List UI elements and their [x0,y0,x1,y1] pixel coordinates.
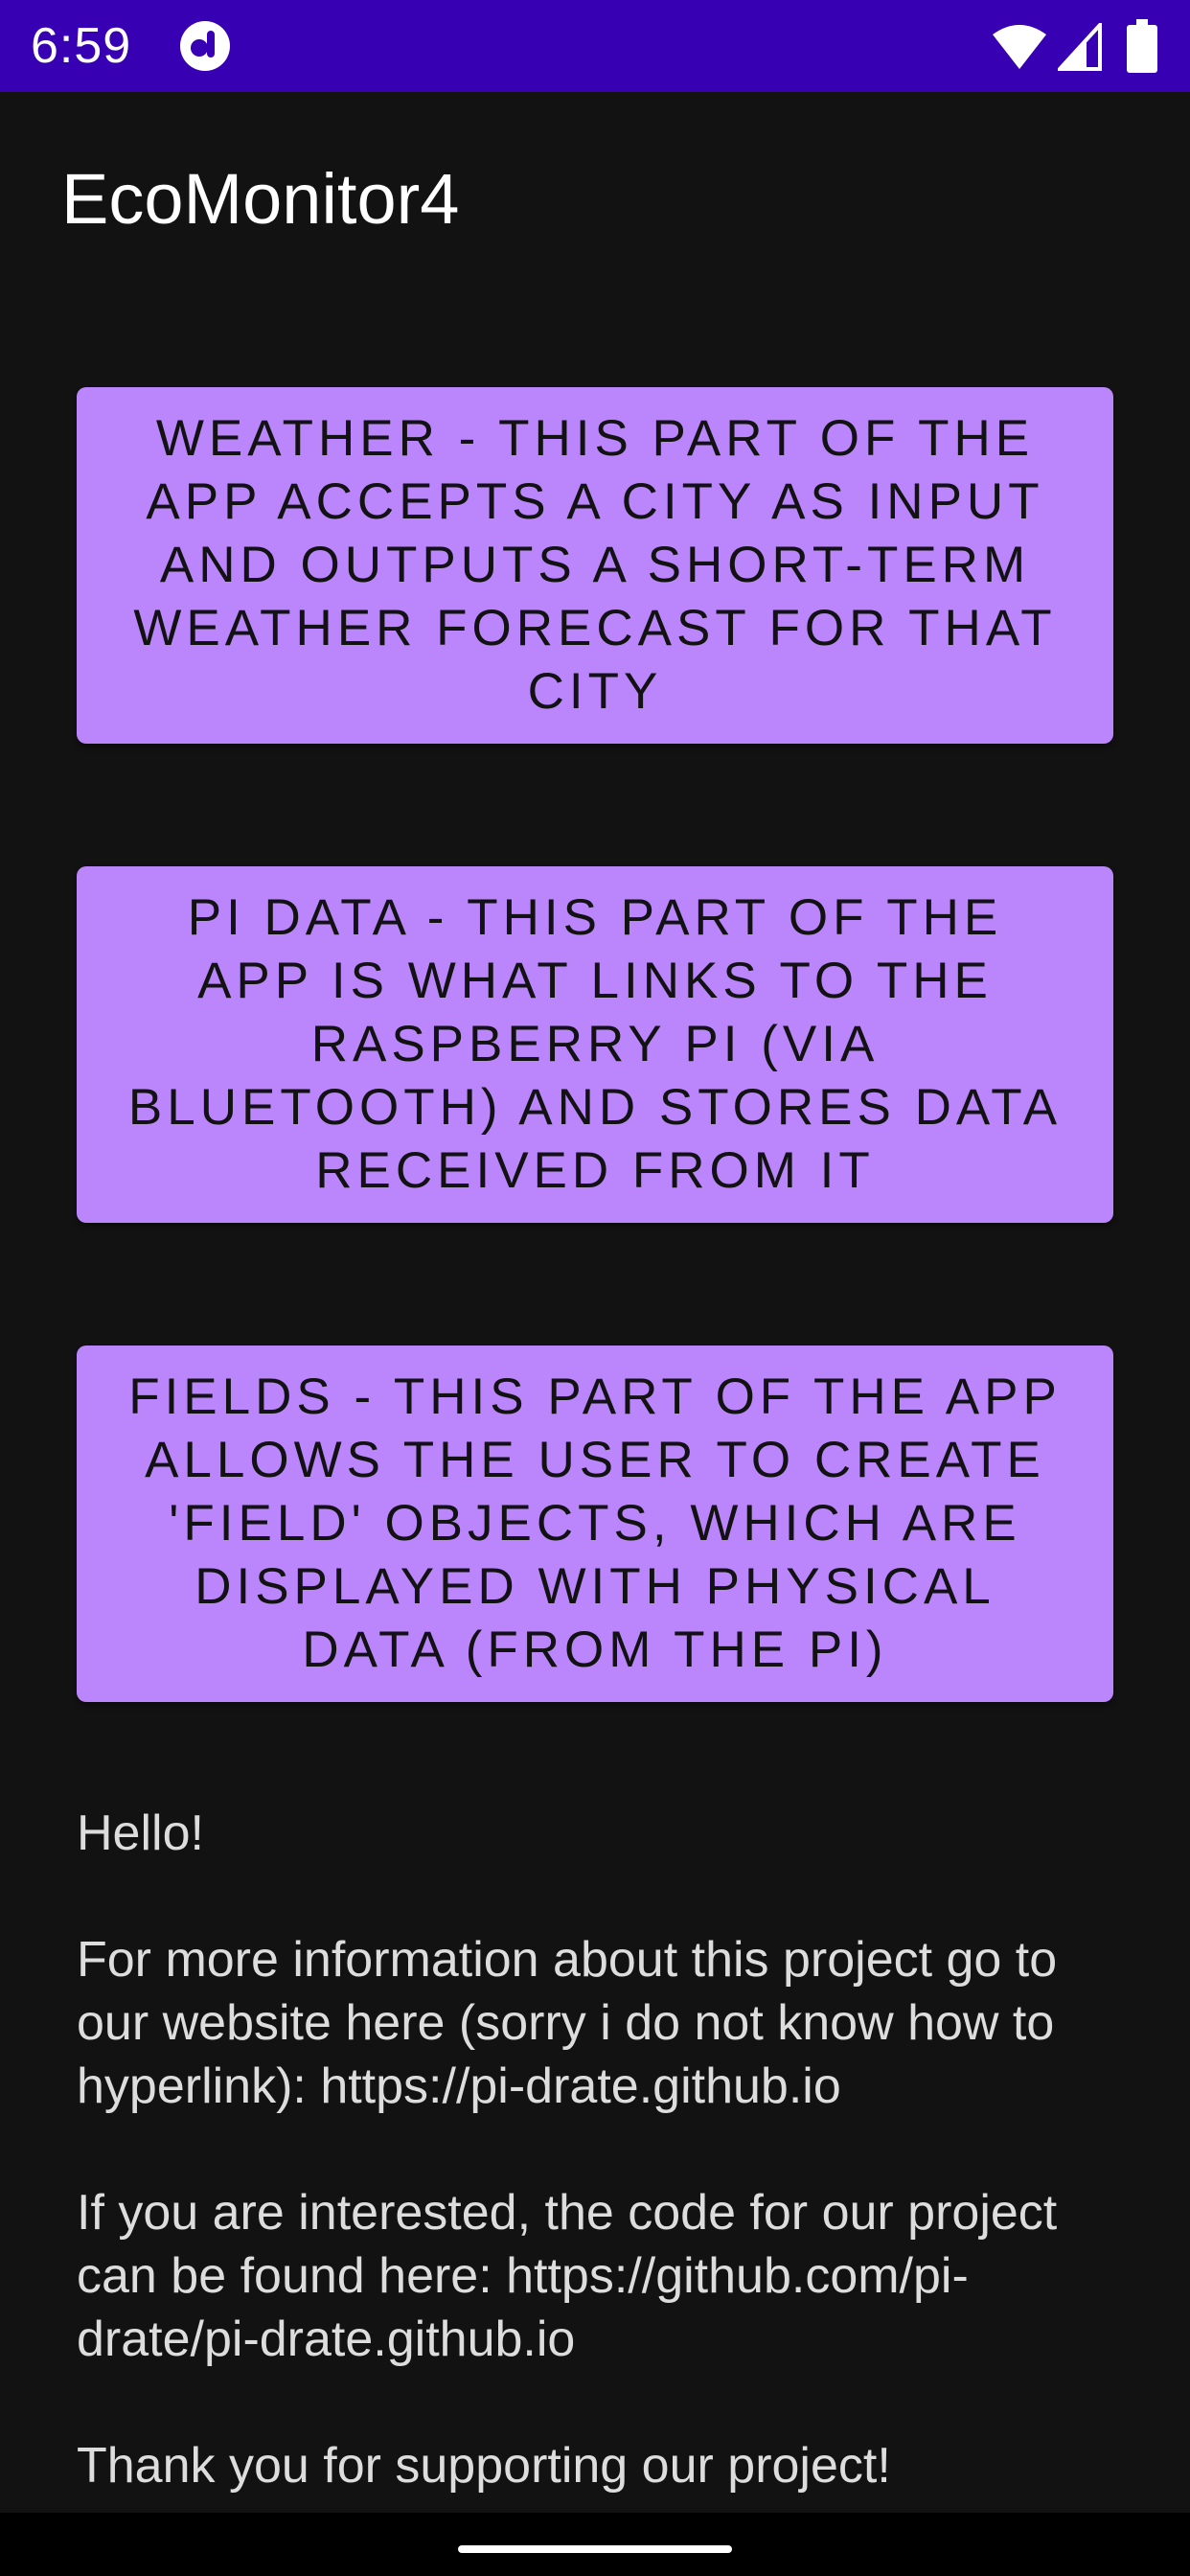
app-bar: EcoMonitor4 [0,92,1190,312]
weather-button[interactable]: WEATHER - THIS PART OF THE APP ACCEPTS A… [77,387,1113,744]
app-title: EcoMonitor4 [61,159,460,239]
weather-button-label: WEATHER - THIS PART OF THE APP ACCEPTS A… [133,410,1057,720]
fields-button[interactable]: FIELDS - THIS PART OF THE APP ALLOWS THE… [77,1346,1113,1702]
battery-icon [1127,19,1157,73]
code-text: If you are interested, the code for our … [77,2185,1058,2367]
info-text: Hello! For more information about this p… [77,1802,1131,2561]
pi-data-button[interactable]: PI DATA - THIS PART OF THE APP IS WHAT L… [77,866,1113,1223]
website-text: For more information about this project … [77,1932,1058,2114]
home-gesture-handle[interactable] [458,2545,732,2553]
pi-data-button-label: PI DATA - THIS PART OF THE APP IS WHAT L… [127,889,1063,1199]
signal-icon [1058,23,1102,71]
screen: 6:59 EcoMonitor4 WEATHER - THIS PART OF … [0,0,1190,2576]
thanks-text: Thank you for supporting our project! [77,2438,891,2494]
navigation-bar [0,2513,1190,2576]
greeting-text: Hello! [77,1806,204,1861]
status-time: 6:59 [31,18,132,74]
fields-button-label: FIELDS - THIS PART OF THE APP ALLOWS THE… [128,1368,1062,1678]
app-notification-icon [180,21,230,71]
wifi-icon [993,25,1046,69]
status-bar: 6:59 [0,0,1190,92]
